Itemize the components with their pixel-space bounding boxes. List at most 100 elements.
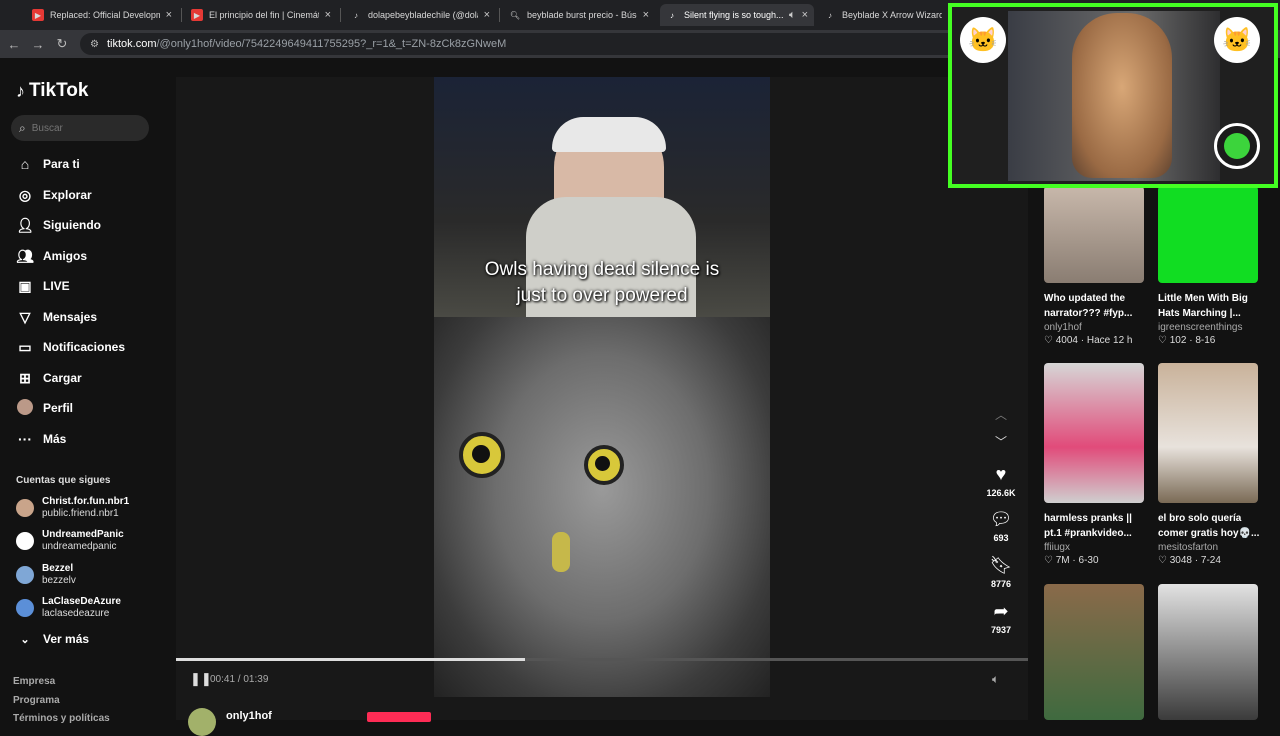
video-time: 00:41 / 01:39 (210, 674, 269, 685)
close-tab-icon[interactable]: × (166, 9, 172, 21)
comment-button[interactable]: 💬︎ 693 (958, 509, 1044, 543)
followed-account[interactable]: LaClaseDeAzure laclasedeazure (16, 596, 121, 620)
messages-icon: ▽ (19, 308, 31, 325)
avatar (16, 532, 34, 550)
mute-tab-icon[interactable]: 🔈︎ (789, 9, 796, 22)
author-name[interactable]: only1hof (226, 710, 272, 722)
close-tab-icon[interactable]: × (325, 9, 331, 21)
recommendation-card[interactable]: Who updated the narrator??? #fyp... only1… (1044, 186, 1144, 346)
home-icon: ⌂ (20, 156, 30, 172)
followed-account[interactable]: UndreamedPanic undreamedpanic (16, 529, 124, 553)
browser-tab[interactable]: ♪ Beyblade X Arrow Wizard 4-80 (818, 4, 948, 26)
search-input[interactable] (31, 122, 132, 134)
next-video-icon[interactable]: ﹀ (995, 433, 1007, 450)
close-tab-icon[interactable]: × (643, 9, 649, 21)
video-thumbnail (1158, 186, 1258, 283)
recommendation-card[interactable]: harmless pranks || pt.1 #prankvideo... ff… (1044, 363, 1144, 566)
recommendation-card[interactable]: el bro solo quería comer gratis hoy💀... m… (1158, 363, 1259, 566)
nav-upload[interactable]: ⊞ Cargar (16, 367, 82, 389)
like-button[interactable]: ♥ 126.6K (958, 464, 1044, 498)
tiktok-icon: ♪ (16, 80, 25, 101)
footer-link[interactable]: Términos y políticas (13, 713, 110, 724)
volume-icon[interactable]: 🔈︎ (992, 672, 999, 687)
pause-icon[interactable]: ❚❚ (190, 671, 212, 687)
see-more-button[interactable]: ⌄ Ver más (16, 628, 89, 650)
followed-account[interactable]: Bezzel bezzelv (16, 563, 76, 587)
video-thumbnail (1158, 584, 1258, 720)
share-icon: ➦ (993, 601, 1009, 621)
footer-link[interactable]: Programa (13, 695, 60, 706)
bookmark-button[interactable]: 🔖︎ 8776 (958, 555, 1044, 589)
video-caption: Owls having dead silence is just to over… (484, 259, 720, 306)
close-tab-icon[interactable]: × (484, 9, 490, 21)
author-avatar[interactable] (188, 708, 216, 736)
forward-icon[interactable]: → (30, 36, 46, 52)
reload-icon[interactable]: ↻ (54, 36, 70, 52)
nav-profile[interactable]: Perfil (16, 397, 73, 419)
heart-icon: ♡ (1044, 335, 1053, 346)
url-field[interactable]: ⚙ tiktok.com/@only1hof/video/75422496494… (80, 33, 960, 55)
video-progress-bar[interactable] (176, 658, 1028, 661)
video-progress-fill (176, 658, 526, 661)
browser-tab-active[interactable]: ♪ Silent flying is so tough... 🔈︎ × (660, 4, 814, 26)
sidebar: ♪ TikTok ⌕ ⌂Para ti ◎Explorar 👤︎Siguiend… (0, 58, 176, 724)
tiktok-logo[interactable]: ♪ TikTok (16, 80, 88, 102)
nav-following[interactable]: 👤︎ Siguiendo (16, 214, 101, 236)
friends-icon: 👥︎ (16, 247, 34, 264)
browser-tab[interactable]: 🔍︎ beyblade burst precio - Búsque × (503, 4, 655, 26)
recommendation-card[interactable] (1044, 584, 1144, 720)
video-thumbnail (1044, 363, 1144, 503)
follow-button[interactable] (367, 712, 431, 722)
youtube-icon: ▶ (32, 9, 44, 21)
avatar (16, 499, 34, 517)
heart-icon: ♡ (1044, 555, 1053, 566)
bookmark-icon: 🔖︎ (989, 555, 1013, 575)
site-info-icon[interactable]: ⚙ (90, 39, 99, 50)
browser-tab[interactable]: ♪ dolapebeybladechile (@dolape × (344, 4, 496, 26)
following-icon: 👤︎ (16, 216, 34, 233)
recommendation-card[interactable]: Little Men With Big Hats Marching |... ig… (1158, 186, 1258, 346)
close-tab-icon[interactable]: × (802, 9, 808, 21)
back-icon[interactable]: ← (6, 36, 22, 52)
nav-more[interactable]: ··· Más (16, 428, 66, 450)
webcam-overlay: 🐱 🐱 (948, 3, 1278, 188)
green-logo-icon (1214, 123, 1260, 169)
followed-account[interactable]: Christ.for.fun.nbr1 public.friend.nbr1 (16, 496, 129, 520)
heart-icon: ♡ (1158, 335, 1167, 346)
live-icon: ▣ (18, 277, 32, 294)
search-box[interactable]: ⌕ (11, 115, 149, 141)
video-owl-scene (434, 317, 770, 697)
nav-live[interactable]: ▣ LIVE (16, 275, 69, 297)
video-thumbnail (1044, 186, 1144, 283)
following-section-title: Cuentas que sigues (16, 475, 111, 486)
recommendation-card[interactable] (1158, 584, 1258, 720)
search-icon: 🔍︎ (509, 10, 521, 20)
tiktok-icon: ♪ (354, 10, 358, 20)
video-thumbnail (1044, 584, 1144, 720)
browser-tab[interactable]: ▶ Replaced: Official Development × (26, 4, 178, 26)
previous-video-icon[interactable]: ︿ (995, 406, 1007, 423)
heart-icon: ♥ (995, 464, 1007, 484)
more-icon: ··· (18, 431, 32, 447)
notifications-icon: ▭ (18, 338, 32, 355)
avatar (16, 599, 34, 617)
video-author-bar: only1hof (176, 706, 1028, 736)
heart-icon: ♡ (1158, 555, 1167, 566)
upload-icon: ⊞ (19, 369, 31, 386)
search-icon: ⌕ (19, 120, 26, 135)
footer-link[interactable]: Empresa (13, 676, 55, 687)
browser-tab[interactable]: ▶ El principio del fin | Cinemática × (185, 4, 337, 26)
nav-messages[interactable]: ▽ Mensajes (16, 306, 97, 328)
nav-for-you[interactable]: ⌂ Para ti (16, 153, 80, 175)
cat-picture (1072, 13, 1172, 178)
nav-notifications[interactable]: ▭ Notificaciones (16, 336, 125, 358)
nav-explore[interactable]: ◎ Explorar (16, 184, 92, 206)
tiktok-icon: ♪ (670, 10, 674, 20)
nav-friends[interactable]: 👥︎ Amigos (16, 245, 87, 267)
cat-logo-icon: 🐱 (1214, 17, 1260, 63)
profile-avatar (16, 398, 34, 418)
share-button[interactable]: ➦ 7937 (958, 601, 1044, 635)
video-frame[interactable]: Owls having dead silence is just to over… (434, 77, 770, 697)
comment-icon: 💬︎ (989, 509, 1013, 529)
video-player[interactable]: Owls having dead silence is just to over… (176, 77, 1028, 720)
